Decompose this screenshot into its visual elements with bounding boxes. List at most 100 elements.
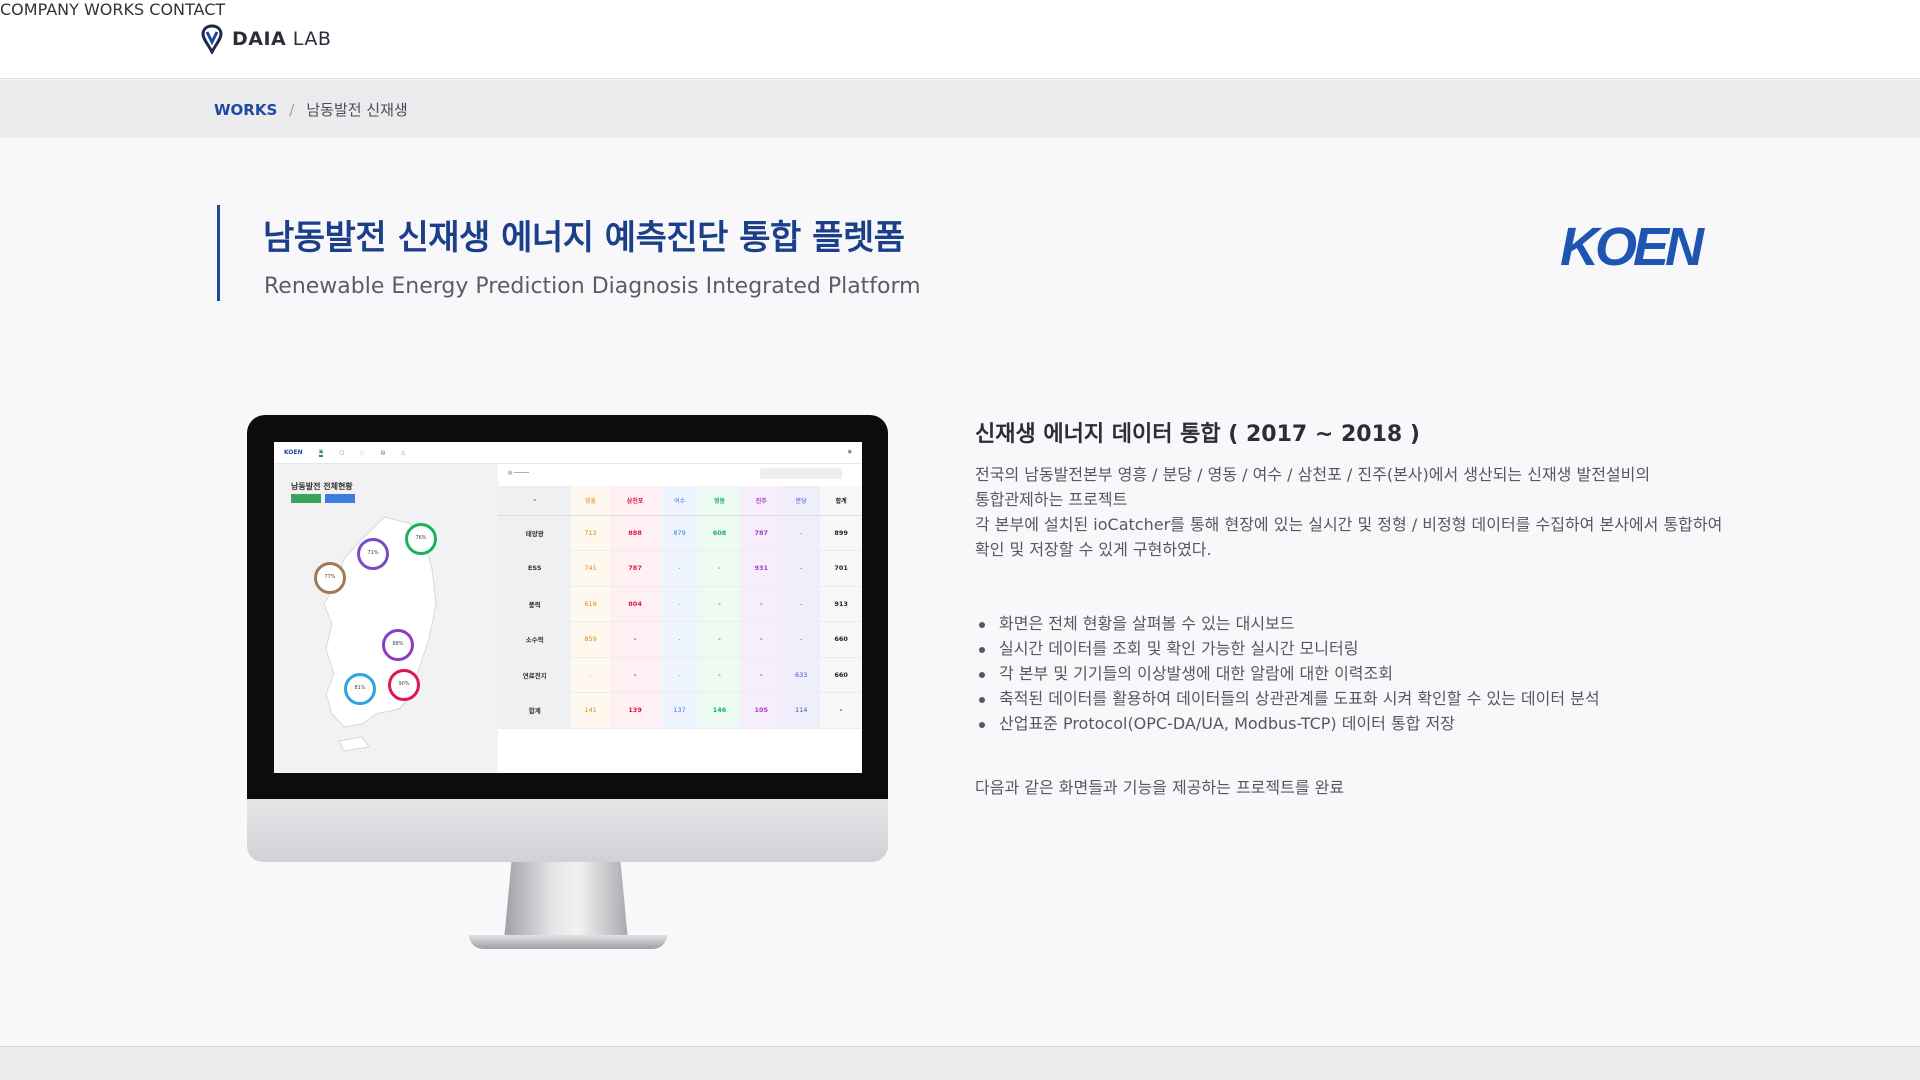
table-row: - 영흥 삼천포 여수 영동 진주 분당 합계: [498, 486, 862, 516]
breadcrumb-current: 남동발전 신재생: [306, 101, 408, 119]
table-cell: 701: [820, 550, 862, 587]
screen-tab: △: [401, 449, 406, 456]
table-cell: 787: [740, 515, 783, 551]
screen-tab: ◌: [360, 449, 365, 456]
section-title: 신재생 에너지 데이터 통합 ( 2017 ~ 2018 ): [975, 422, 1420, 447]
screen-tab: ▢: [339, 449, 345, 456]
site-logo[interactable]: DAIA LAB: [200, 24, 331, 54]
table-cell: -: [609, 621, 661, 658]
table-row: ESS 741 787 - - 931 - 701: [498, 550, 862, 587]
table-cell: 105: [740, 692, 783, 729]
screen-map-panel: 남동발전 전체현황 76% 71% 77% 88% 81% 90%: [274, 464, 498, 773]
table-cell: 여수: [660, 486, 699, 516]
table-cell: -: [782, 586, 821, 622]
list-item: 축적된 데이터를 활용하여 데이터들의 상관관계를 도표화 시켜 확인할 수 있…: [975, 686, 1755, 711]
table-cell: 888: [609, 515, 661, 551]
project-description: 전국의 남동발전본부 영흥 / 분당 / 영동 / 여수 / 삼천포 / 진주(…: [975, 462, 1755, 562]
table-cell: 712: [571, 515, 610, 551]
table-cell: 114: [782, 692, 821, 729]
table-cell: -: [660, 550, 699, 587]
nav-contact[interactable]: CONTACT: [149, 0, 225, 19]
table-cell: 146: [698, 692, 741, 729]
table-cell: -: [740, 621, 783, 658]
table-cell: -: [660, 586, 699, 622]
screen-blue-button: [325, 494, 355, 503]
screen-select: [760, 468, 842, 479]
table-cell: 141: [571, 692, 610, 729]
table-cell: 787: [609, 550, 661, 587]
description-line: 통합관제하는 프로젝트: [975, 490, 1128, 509]
table-cell: 899: [820, 515, 862, 551]
ring-chart: 81%: [344, 673, 376, 705]
site-header: DAIA LAB COMPANY WORKS CONTACT: [0, 0, 1920, 79]
ring-chart: 77%: [314, 562, 346, 594]
table-cell: -: [698, 621, 741, 658]
title-accent-bar: [217, 205, 220, 301]
breadcrumb: WORKS / 남동발전 신재생: [214, 99, 408, 120]
table-cell: -: [698, 550, 741, 587]
table-cell: 931: [740, 550, 783, 587]
table-cell: 삼천포: [609, 486, 661, 516]
monitor-chin: [247, 799, 888, 862]
table-cell: -: [698, 586, 741, 622]
logo-bold-text: DAIA: [232, 28, 287, 50]
table-cell: -: [609, 657, 661, 693]
monitor-stand: [504, 862, 628, 940]
table-cell: 소수력: [498, 621, 572, 658]
table-cell: 859: [571, 621, 610, 658]
list-item: 산업표준 Protocol(OPC-DA/UA, Modbus-TCP) 데이터…: [975, 711, 1755, 736]
table-cell: 연료전지: [498, 657, 572, 693]
screen-table-header: ◎ ─────: [508, 470, 530, 476]
feature-list: 화면은 전체 현황을 살펴볼 수 있는 대시보드 실시간 데이터를 조회 및 확…: [975, 611, 1755, 736]
screen-tab: ▣: [318, 448, 324, 457]
table-cell: 660: [820, 621, 862, 658]
monitor-mockup: KOEN ▣ ▢ ◌ ▤ △ ◉ 남동발전 전체현황 76% 71% 77% 8…: [247, 415, 888, 949]
daia-logo-icon: [201, 24, 223, 54]
table-cell: 분당: [782, 486, 821, 516]
table-cell: -: [571, 657, 610, 693]
table-cell: 태양광: [498, 515, 572, 551]
breadcrumb-separator: /: [289, 100, 295, 119]
nav-company[interactable]: COMPANY: [0, 0, 79, 19]
list-item: 각 본부 및 기기들의 이상발생에 대한 알람에 대한 이력조회: [975, 661, 1755, 686]
screen-tab: ▤: [380, 449, 386, 456]
table-cell: -: [698, 657, 741, 693]
screen-topbar: KOEN ▣ ▢ ◌ ▤ △ ◉: [274, 442, 862, 464]
description-line: 확인 및 저장할 수 있게 구현하였다.: [975, 540, 1212, 559]
table-cell: -: [820, 692, 862, 729]
table-row: 합계 141 139 137 146 105 114 -: [498, 692, 862, 729]
table-cell: 진주: [740, 486, 783, 516]
ring-chart: 71%: [357, 538, 389, 570]
list-item: 실시간 데이터를 조회 및 확인 가능한 실시간 모니터링: [975, 636, 1755, 661]
table-cell: 영동: [698, 486, 741, 516]
monitor-foot: [469, 935, 667, 949]
table-cell: 741: [571, 550, 610, 587]
table-cell: -: [740, 586, 783, 622]
table-cell: 618: [571, 586, 610, 622]
ring-chart: 88%: [382, 629, 414, 661]
table-cell: 660: [820, 657, 862, 693]
nav-works[interactable]: WORKS: [84, 0, 144, 19]
page-subtitle: Renewable Energy Prediction Diagnosis In…: [264, 274, 921, 299]
breadcrumb-works-link[interactable]: WORKS: [214, 101, 277, 119]
ring-chart: 76%: [405, 523, 437, 555]
dashboard-screenshot: KOEN ▣ ▢ ◌ ▤ △ ◉ 남동발전 전체현황 76% 71% 77% 8…: [274, 442, 862, 773]
table-cell: 879: [660, 515, 699, 551]
screen-user-icon: ◉: [847, 449, 852, 455]
table-cell: -: [782, 515, 821, 551]
breadcrumb-bar: WORKS / 남동발전 신재생: [0, 80, 1920, 138]
table-row: 풍력 618 804 - - - - 913: [498, 586, 862, 622]
table-cell: 804: [609, 586, 661, 622]
page-title: 남동발전 신재생 에너지 예측진단 통합 플렛폼: [263, 218, 905, 258]
koen-client-logo: KOEN: [1560, 217, 1709, 275]
table-cell: 139: [609, 692, 661, 729]
list-item: 화면은 전체 현황을 살펴볼 수 있는 대시보드: [975, 611, 1755, 636]
table-cell: 합계: [820, 486, 862, 516]
table-row: 태양광 712 888 879 608 787 - 899: [498, 515, 862, 551]
table-cell: 합계: [498, 692, 572, 729]
footer: [0, 1046, 1920, 1080]
ring-chart: 90%: [388, 669, 420, 701]
table-cell: -: [660, 621, 699, 658]
screen-green-button: [291, 494, 321, 503]
table-cell: 633: [782, 657, 821, 693]
